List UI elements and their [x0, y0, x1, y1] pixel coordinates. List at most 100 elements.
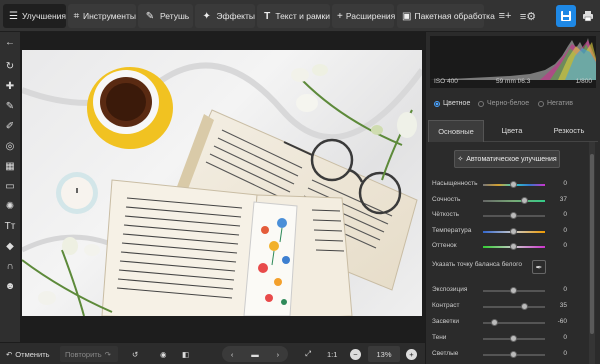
chevron-left-icon[interactable]: ‹	[231, 350, 234, 359]
compare-button[interactable]: ◧	[182, 346, 189, 362]
slider-track[interactable]	[483, 306, 545, 308]
radio-icon	[478, 100, 484, 107]
magnet-icon[interactable]: ∩	[0, 258, 20, 274]
presets-add-button[interactable]: ≡+	[495, 5, 515, 27]
tab-effects[interactable]: ✦ Эффекты	[195, 4, 255, 28]
frame-icon[interactable]: ▭	[0, 178, 20, 194]
magic-wand-icon: ✧	[457, 156, 464, 163]
slider-knob[interactable]	[510, 351, 517, 358]
mode-negative[interactable]: Негатив	[538, 100, 573, 107]
white-balance-label: Указать точку баланса белого	[432, 261, 522, 268]
undo-icon: ↶	[6, 349, 13, 359]
radio-icon	[538, 100, 544, 107]
slider-label: Насыщенность	[432, 180, 478, 187]
text-tool-icon[interactable]: Tт	[0, 218, 20, 234]
mode-label: Негатив	[547, 100, 573, 107]
mode-bw[interactable]: Черно-белое	[478, 100, 529, 107]
ratio-label: 1:1	[327, 349, 338, 359]
slider-value: 0	[563, 211, 567, 218]
top-toolbar: ☰ Улучшения ⌗ Инструменты ✎ Ретушь ✦ Эффекты…	[0, 0, 600, 32]
shutter-value: 1/800	[575, 78, 592, 85]
back-arrow-icon[interactable]: ←	[0, 34, 20, 50]
slider-row: Светлые 0	[432, 348, 597, 362]
tab-enhancements[interactable]: ☰ Улучшения	[3, 4, 66, 28]
panel-scrollbar[interactable]	[589, 142, 595, 364]
tab-basic[interactable]: Основные	[428, 120, 484, 142]
redo-label: Повторить	[65, 349, 102, 359]
patch-icon[interactable]: ✚	[0, 78, 20, 94]
fill-icon[interactable]: ◆	[0, 238, 20, 254]
slider-knob[interactable]	[510, 335, 517, 342]
zoom-value: 13%	[376, 349, 392, 359]
slider-row: Насыщенность 0	[432, 178, 597, 192]
tab-colors[interactable]: Цвета	[484, 120, 540, 142]
canvas-area[interactable]	[20, 32, 425, 342]
slider-knob[interactable]	[510, 287, 517, 294]
zoom-field[interactable]: 13%	[368, 346, 400, 362]
grid-icon[interactable]: ▦	[0, 158, 20, 174]
presets-settings-button[interactable]: ≡⚙	[518, 5, 538, 27]
slider-value: 0	[563, 226, 567, 234]
slider-value: 0	[563, 350, 567, 357]
adjust-brush-icon[interactable]: ✐	[0, 118, 20, 134]
zoom-out-button[interactable]: −	[350, 346, 361, 362]
auto-enhance-label: Автоматическое улучшения	[466, 155, 557, 163]
tab-extensions[interactable]: + Расширения	[332, 4, 396, 28]
slider-knob[interactable]	[510, 212, 517, 219]
actual-size-button[interactable]: 1:1	[327, 346, 337, 362]
preview-button[interactable]: ◉	[160, 346, 167, 362]
batch-icon: ▣	[402, 10, 412, 22]
slider-knob[interactable]	[521, 196, 529, 204]
slider-row: Засветки -60	[432, 316, 597, 330]
reset-button[interactable]: ↺	[132, 346, 138, 362]
print-button[interactable]	[578, 5, 598, 27]
slider-track[interactable]	[483, 199, 545, 202]
slider-label: Оттенок	[432, 242, 457, 249]
tab-tools[interactable]: ⌗ Инструменты	[68, 4, 136, 28]
fit-icon: ⤢	[305, 349, 311, 358]
redo-button[interactable]: Повторить ↷	[60, 346, 118, 362]
fit-button[interactable]: ⤢	[305, 346, 311, 362]
slider-label: Температура	[432, 226, 472, 234]
rotate-icon[interactable]: ↻	[0, 58, 20, 74]
chevron-right-icon[interactable]: ›	[277, 350, 280, 359]
person-icon[interactable]: ☻	[0, 278, 20, 294]
radio-selected-icon	[434, 100, 440, 107]
brush-icon[interactable]: ✎	[0, 98, 20, 114]
folder-icon[interactable]: ▬	[251, 350, 259, 359]
tab-label: Текст и рамки	[275, 11, 330, 21]
slider-label: Чёткость	[432, 211, 460, 218]
left-toolstrip: ← ↻ ✚ ✎ ✐ ◎ ▦ ▭ ✺ Tт ◆ ∩ ☻	[0, 32, 20, 342]
tab-sharpness[interactable]: Резкость	[540, 120, 598, 142]
zoom-in-button[interactable]: +	[406, 346, 417, 362]
slider-value: 37	[559, 195, 567, 203]
undo-button[interactable]: ↶ Отменить	[6, 346, 50, 362]
slider-knob[interactable]	[510, 227, 517, 235]
tab-batch[interactable]: ▣ Пакетная обработка	[397, 4, 495, 28]
slider-label: Засветки	[432, 318, 460, 325]
slider-value: 0	[563, 242, 567, 249]
tab-label: Эффекты	[216, 11, 255, 21]
slider-knob[interactable]	[510, 181, 517, 188]
tab-retouch[interactable]: ✎ Ретушь	[138, 4, 193, 28]
redo-icon: ↷	[104, 349, 111, 359]
scrollbar-thumb[interactable]	[590, 154, 594, 334]
eyedropper-button[interactable]: ✒	[532, 260, 546, 274]
save-button[interactable]	[556, 5, 576, 27]
tab-text-frames[interactable]: T Текст и рамки	[257, 4, 330, 28]
slider-knob[interactable]	[510, 243, 517, 250]
light-icon[interactable]: ✺	[0, 198, 20, 214]
minus-icon: −	[350, 348, 361, 360]
target-icon[interactable]: ◎	[0, 138, 20, 154]
tab-label: Расширения	[345, 11, 396, 21]
slider-row: Чёткость 0	[432, 209, 597, 223]
list-add-icon: ≡+	[498, 10, 512, 22]
tab-label: Основные	[438, 127, 474, 136]
auto-enhance-button[interactable]: ✧ Автоматическое улучшения	[454, 150, 560, 168]
mode-color[interactable]: Цветное	[434, 100, 470, 107]
slider-knob[interactable]	[491, 319, 499, 326]
sparkle-icon: ✦	[202, 10, 211, 22]
bottom-bar: ↶ Отменить Повторить ↷ ↺ ◉ ◧ ‹ ▬ › ⤢ 1:1 − 1…	[0, 342, 425, 364]
compare-icon: ◧	[182, 349, 190, 359]
slider-knob[interactable]	[520, 303, 528, 310]
